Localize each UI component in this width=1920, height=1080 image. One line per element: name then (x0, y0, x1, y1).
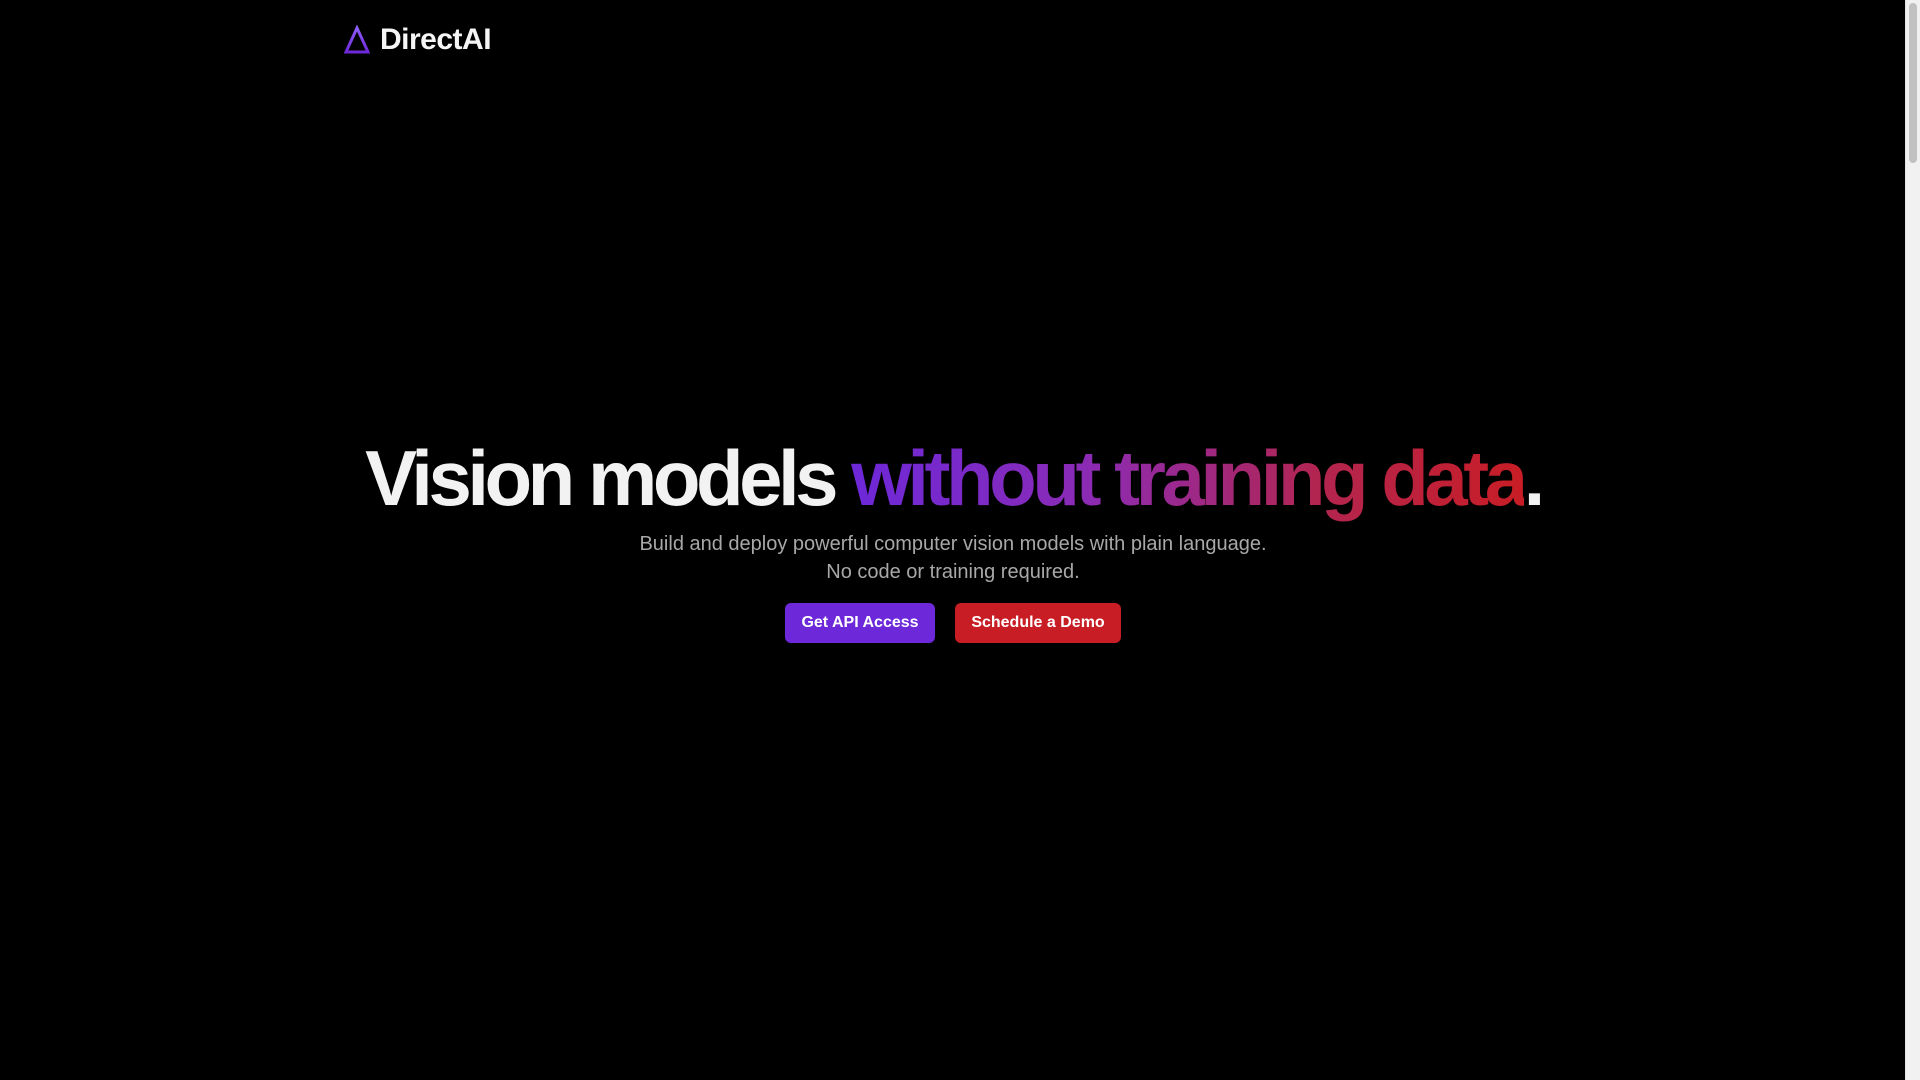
triangle-logo-icon (344, 25, 370, 54)
brand-name: DirectAI (380, 23, 492, 56)
schedule-demo-button[interactable]: Schedule a Demo (955, 603, 1121, 643)
subtitle-line-1: Build and deploy powerful computer visio… (639, 533, 1267, 555)
site-header: DirectAI (344, 18, 492, 62)
page-scrollbar[interactable] (1905, 0, 1920, 1080)
logo-link[interactable]: DirectAI (344, 23, 492, 57)
headline-period: . (1523, 434, 1546, 522)
cta-group: Get API Access Schedule a Demo (0, 603, 1906, 643)
hero-section: Vision models without training data. Bui… (0, 430, 1906, 643)
hero-subtitle: Build and deploy powerful computer visio… (0, 530, 1906, 586)
scrollbar-thumb[interactable] (1909, 3, 1917, 163)
headline-highlight: without training data (851, 434, 1528, 522)
subtitle-line-2: No code or training required. (826, 561, 1080, 583)
hero-headline: Vision models without training data. (0, 430, 1906, 526)
headline-lead: Vision models (365, 434, 852, 522)
get-api-access-button[interactable]: Get API Access (785, 603, 935, 643)
